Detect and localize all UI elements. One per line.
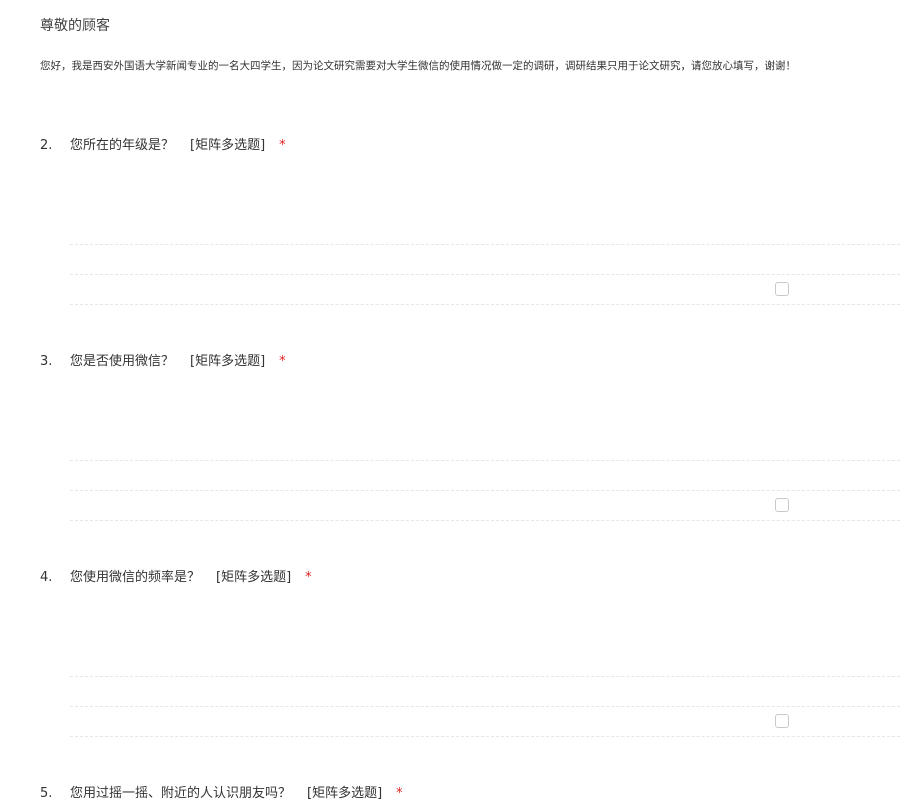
matrix-row-divider [70,520,900,521]
required-mark: * [279,354,286,369]
question-number: 2. [40,138,53,153]
survey-heading: 尊敬的顾客 [40,18,110,34]
question-title: 5. 您用过摇一摇、附近的人认识朋友吗？ [矩阵多选题] * [40,785,403,800]
matrix-row-divider [70,304,900,305]
question-text: 您是否使用微信？ [70,354,175,369]
question-title: 3. 您是否使用微信？ [矩阵多选题] * [40,353,286,371]
survey-intro: 您好，我是西安外国语大学新闻专业的一名大四学生，因为论文研究需要对大学生微信的使… [40,60,796,72]
matrix-checkbox[interactable] [775,498,789,512]
matrix-checkbox[interactable] [775,714,789,728]
question-number: 5. [40,786,53,800]
required-mark: * [279,138,286,153]
matrix-row-divider [70,244,900,245]
question-type: [矩阵多选题] [190,138,266,153]
question-type: [矩阵多选题] [190,354,266,369]
matrix-row-divider [70,706,900,707]
required-mark: * [396,786,403,800]
question-number: 4. [40,570,53,585]
question-text: 您所在的年级是？ [70,138,175,153]
matrix-row-divider [70,274,900,275]
question-title: 2. 您所在的年级是？ [矩阵多选题] * [40,137,286,155]
matrix-row-divider [70,736,900,737]
question-2: 2. 您所在的年级是？ [矩阵多选题] * [0,137,900,353]
required-mark: * [305,570,312,585]
matrix-row-divider [70,676,900,677]
question-text: 您使用微信的频率是？ [70,570,201,585]
question-5: 5. 您用过摇一摇、附近的人认识朋友吗？ [矩阵多选题] * [0,785,900,800]
question-3: 3. 您是否使用微信？ [矩阵多选题] * [0,353,900,569]
matrix-row-divider [70,490,900,491]
question-type: [矩阵多选题] [307,786,383,800]
question-number: 3. [40,354,53,369]
question-type: [矩阵多选题] [216,570,292,585]
question-4: 4. 您使用微信的频率是？ [矩阵多选题] * [0,569,900,785]
survey-page: 尊敬的顾客 您好，我是西安外国语大学新闻专业的一名大四学生，因为论文研究需要对大… [0,0,900,800]
matrix-row-divider [70,460,900,461]
question-text: 您用过摇一摇、附近的人认识朋友吗？ [70,786,292,800]
question-title: 4. 您使用微信的频率是？ [矩阵多选题] * [40,569,312,587]
matrix-checkbox[interactable] [775,282,789,296]
